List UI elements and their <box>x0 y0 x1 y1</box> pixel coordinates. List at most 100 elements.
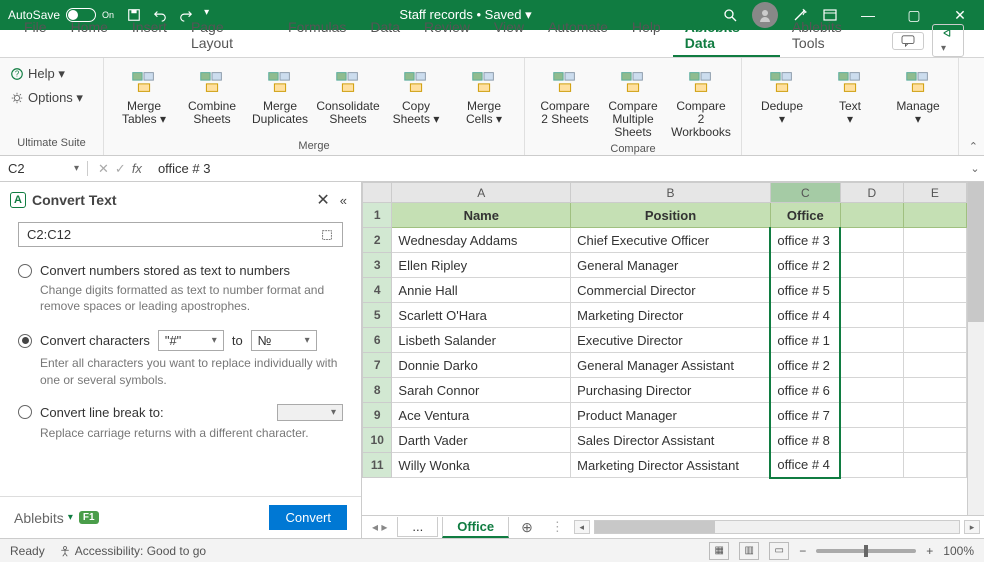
ribbon-btn-copy-sheets-[interactable]: CopySheets ▾ <box>384 64 448 139</box>
fx-icon[interactable]: fx <box>132 161 142 176</box>
cell[interactable]: Scarlett O'Hara <box>392 303 571 328</box>
cell[interactable] <box>903 428 966 453</box>
cell[interactable]: Product Manager <box>571 403 771 428</box>
radio-numbers[interactable] <box>18 264 32 278</box>
expand-formula-icon[interactable]: ⌄ <box>966 162 984 175</box>
col-header-A[interactable]: A <box>392 183 571 203</box>
cell[interactable]: Chief Executive Officer <box>571 228 771 253</box>
ribbon-tab-automate[interactable]: Automate <box>536 15 620 57</box>
sheet-tab-office[interactable]: Office <box>442 517 509 538</box>
ribbon-btn-combine-sheets[interactable]: CombineSheets <box>180 64 244 139</box>
cell[interactable]: Executive Director <box>571 328 771 353</box>
cell[interactable] <box>903 378 966 403</box>
cell[interactable]: General Manager <box>571 253 771 278</box>
panel-close-icon[interactable]: ✕ <box>310 190 335 210</box>
ribbon-tab-page-layout[interactable]: Page Layout <box>179 15 276 57</box>
header-cell[interactable]: Office <box>770 203 840 228</box>
cancel-formula-icon[interactable]: ✕ <box>98 161 109 177</box>
zoom-out-button[interactable]: − <box>799 544 806 558</box>
ribbon-btn-merge-cells-[interactable]: MergeCells ▾ <box>452 64 516 139</box>
from-char-select[interactable]: "#"▾ <box>158 330 224 351</box>
ribbon-tab-ablebits-data[interactable]: Ablebits Data <box>673 15 780 57</box>
cell[interactable]: Marketing Director <box>571 303 771 328</box>
cell[interactable] <box>840 228 903 253</box>
sheet-nav[interactable]: ◂ ▸ <box>366 520 393 534</box>
radio-linebreak[interactable] <box>18 405 32 419</box>
row-header-11[interactable]: 11 <box>363 453 392 478</box>
row-header-6[interactable]: 6 <box>363 328 392 353</box>
cell[interactable]: Willy Wonka <box>392 453 571 478</box>
zoom-slider[interactable] <box>816 549 916 553</box>
add-sheet-button[interactable]: ⊕ <box>513 519 541 536</box>
cell[interactable] <box>903 253 966 278</box>
row-header-3[interactable]: 3 <box>363 253 392 278</box>
cell[interactable] <box>840 328 903 353</box>
panel-collapse-icon[interactable]: « <box>336 193 351 208</box>
ribbon-tab-formulas[interactable]: Formulas <box>276 15 358 57</box>
hscroll-right[interactable]: ▸ <box>964 520 980 534</box>
comments-button[interactable] <box>892 32 924 50</box>
cell[interactable]: office # 1 <box>770 328 840 353</box>
ribbon-tab-home[interactable]: Home <box>59 15 120 57</box>
view-pagebreak-icon[interactable]: ▭ <box>769 542 789 560</box>
range-input[interactable]: C2:C12 <box>18 222 343 247</box>
zoom-in-button[interactable]: + <box>926 544 933 558</box>
row-header-9[interactable]: 9 <box>363 403 392 428</box>
option-numbers[interactable]: Convert numbers stored as text to number… <box>18 263 343 278</box>
ribbon-btn-manage-[interactable]: Manage▾ <box>886 64 950 151</box>
cell[interactable]: office # 8 <box>770 428 840 453</box>
select-all-corner[interactable] <box>363 183 392 203</box>
f1-badge[interactable]: F1 <box>79 511 99 524</box>
range-select-icon[interactable] <box>320 228 334 242</box>
cell[interactable]: Lisbeth Salander <box>392 328 571 353</box>
cell[interactable]: Donnie Darko <box>392 353 571 378</box>
status-accessibility[interactable]: Accessibility: Good to go <box>59 544 206 558</box>
zoom-level[interactable]: 100% <box>943 544 974 558</box>
row-header-8[interactable]: 8 <box>363 378 392 403</box>
cell[interactable] <box>903 403 966 428</box>
cell[interactable]: Ellen Ripley <box>392 253 571 278</box>
col-header-E[interactable]: E <box>903 183 966 203</box>
cell[interactable] <box>903 328 966 353</box>
row-header-5[interactable]: 5 <box>363 303 392 328</box>
ribbon-tab-file[interactable]: File <box>12 15 59 57</box>
formula-input[interactable]: office # 3 <box>152 161 966 176</box>
horizontal-scrollbar[interactable] <box>594 520 960 534</box>
row-header-4[interactable]: 4 <box>363 278 392 303</box>
cell[interactable]: Purchasing Director <box>571 378 771 403</box>
maximize-button[interactable]: ▢ <box>898 7 930 24</box>
cell[interactable]: Wednesday Addams <box>392 228 571 253</box>
ribbon-btn-dedupe-[interactable]: Dedupe▾ <box>750 64 814 151</box>
close-button[interactable]: ✕ <box>944 7 976 24</box>
ribbon-tab-help[interactable]: Help <box>620 15 673 57</box>
cell[interactable] <box>840 428 903 453</box>
ribbon-btn-merge-tables-[interactable]: MergeTables ▾ <box>112 64 176 139</box>
cell[interactable]: Sales Director Assistant <box>571 428 771 453</box>
enter-formula-icon[interactable]: ✓ <box>115 161 126 177</box>
cell[interactable]: office # 2 <box>770 253 840 278</box>
ribbon-btn-compare-multiple-sheets[interactable]: CompareMultiple Sheets <box>601 64 665 142</box>
cell[interactable] <box>840 303 903 328</box>
ribbon-tab-insert[interactable]: Insert <box>120 15 179 57</box>
hscroll-left[interactable]: ◂ <box>574 520 590 534</box>
cell[interactable]: Sarah Connor <box>392 378 571 403</box>
sheet-tab-ellipsis[interactable]: ... <box>397 517 438 537</box>
cell[interactable] <box>840 453 903 478</box>
cell[interactable] <box>840 278 903 303</box>
col-header-D[interactable]: D <box>840 183 903 203</box>
cell[interactable] <box>903 278 966 303</box>
cell[interactable]: office # 2 <box>770 353 840 378</box>
cell[interactable] <box>903 353 966 378</box>
col-header-B[interactable]: B <box>571 183 771 203</box>
row-header-2[interactable]: 2 <box>363 228 392 253</box>
to-char-select[interactable]: №▾ <box>251 330 317 351</box>
ribbon-tab-data[interactable]: Data <box>358 15 412 57</box>
options-dropdown[interactable]: Options ▾ <box>10 88 93 108</box>
view-pagelayout-icon[interactable]: ▥ <box>739 542 759 560</box>
cell[interactable]: Annie Hall <box>392 278 571 303</box>
row-header-1[interactable]: 1 <box>363 203 392 228</box>
ribbon-tab-review[interactable]: Review <box>412 15 482 57</box>
help-dropdown[interactable]: ?Help ▾ <box>10 64 93 84</box>
cell[interactable]: General Manager Assistant <box>571 353 771 378</box>
row-header-10[interactable]: 10 <box>363 428 392 453</box>
